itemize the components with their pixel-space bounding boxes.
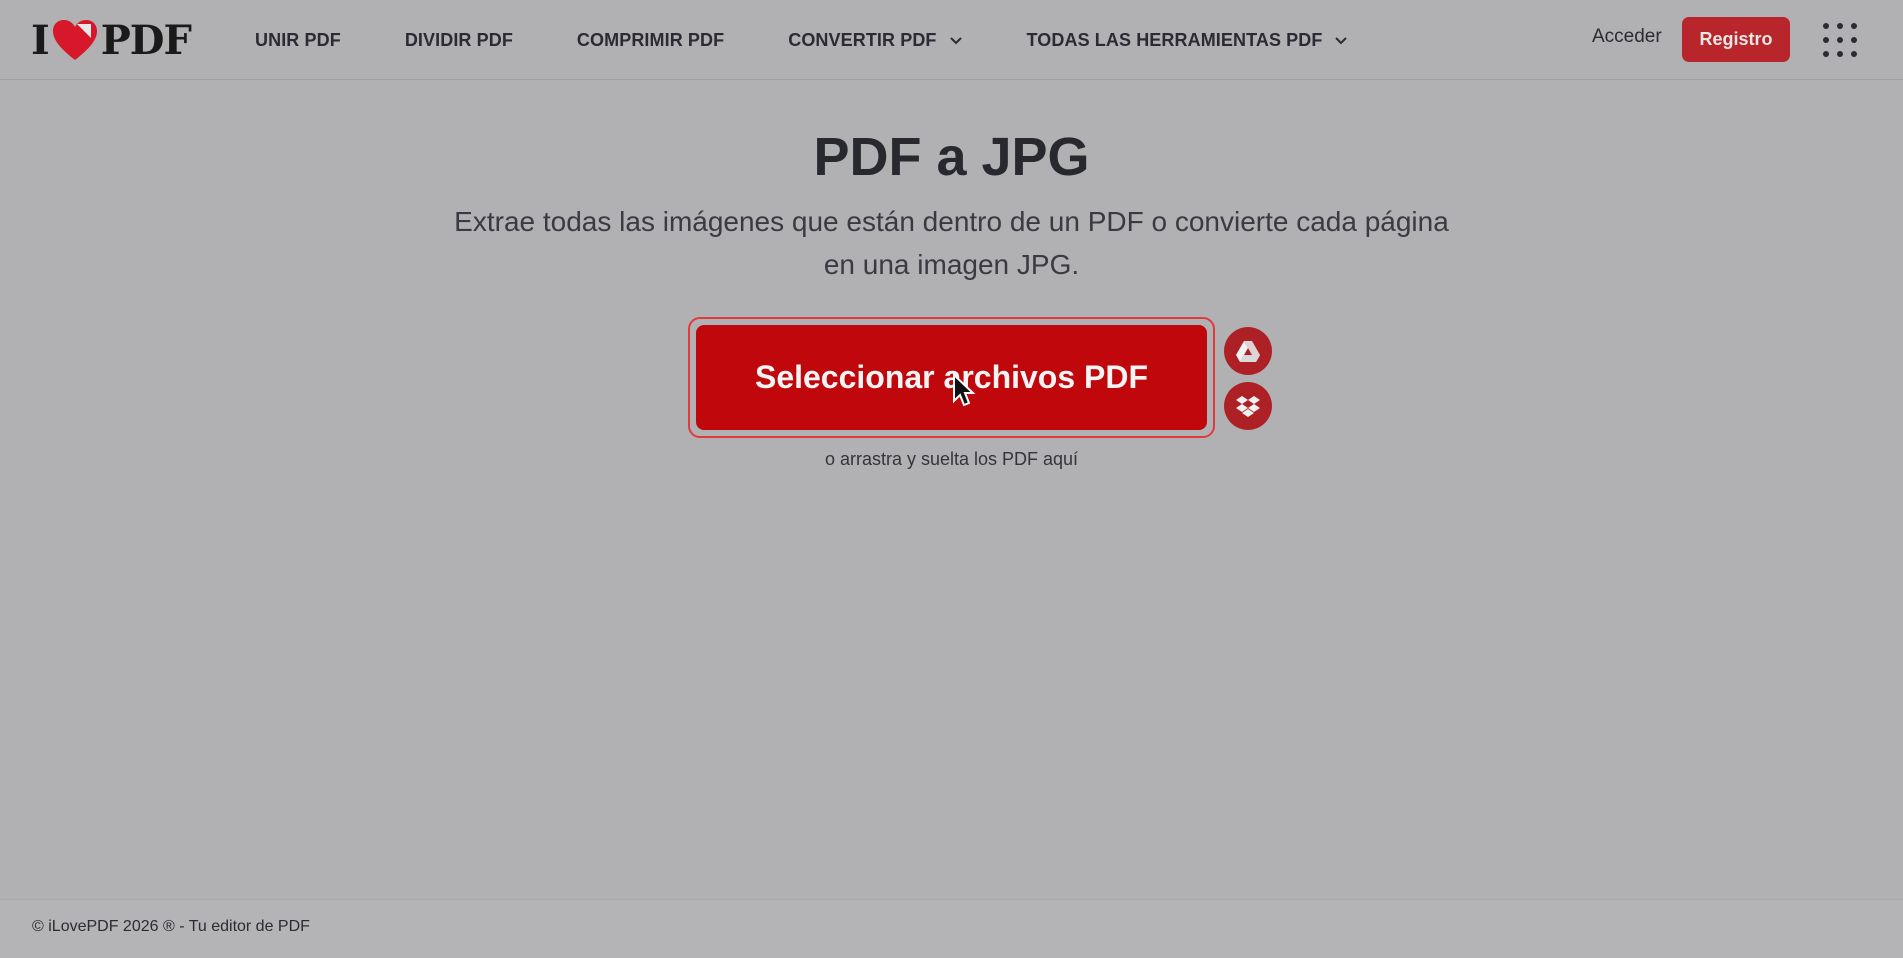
nav-item-label: COMPRIMIR PDF [576, 29, 725, 50]
logo-letter-i: I [31, 16, 50, 64]
dropbox-button[interactable] [1224, 382, 1272, 430]
main-nav: UNIR PDF DIVIDIR PDF COMPRIMIR PDF CONVE… [255, 0, 1412, 80]
register-button[interactable]: Registro [1682, 17, 1790, 62]
nav-item-unir-pdf[interactable]: UNIR PDF [255, 30, 341, 51]
chevron-down-icon [1335, 37, 1348, 45]
logo-word-pdf: PDF [100, 16, 192, 64]
ilovepdf-logo[interactable]: I PDF [31, 16, 192, 64]
chevron-down-icon [949, 37, 962, 45]
google-drive-icon [1236, 341, 1260, 362]
page-footer: © iLovePDF 2026 ® - Tu editor de PDF [0, 899, 1903, 958]
footer-copyright: © iLovePDF 2026 ® - Tu editor de PDF [32, 918, 310, 935]
top-header: I PDF UNIR PDF DIVIDIR PDF COMPRIMIR PDF… [0, 0, 1903, 80]
mouse-pointer-icon [953, 373, 976, 407]
nav-item-convertir-pdf[interactable]: CONVERTIR PDF [788, 30, 962, 51]
nav-item-dividir-pdf[interactable]: DIVIDIR PDF [405, 30, 513, 51]
nav-item-label: UNIR PDF [255, 29, 341, 50]
google-drive-button[interactable] [1224, 327, 1272, 375]
nav-item-comprimir-pdf[interactable]: COMPRIMIR PDF [577, 30, 724, 51]
nav-item-label: TODAS LAS HERRAMIENTAS PDF [1026, 29, 1323, 50]
nav-item-label: DIVIDIR PDF [404, 29, 513, 50]
nav-item-todas-herramientas[interactable]: TODAS LAS HERRAMIENTAS PDF [1027, 30, 1349, 51]
page-title: PDF a JPG [813, 127, 1090, 187]
apps-grid-icon[interactable] [1822, 22, 1858, 58]
page-subtitle: Extrae todas las imágenes que están dent… [454, 206, 1449, 280]
heart-logo-icon [52, 20, 97, 60]
drag-drop-hint: o arrastra y suelta los PDF aquí [824, 449, 1079, 469]
dropbox-icon [1236, 396, 1260, 417]
login-link[interactable]: Acceder [1592, 26, 1662, 48]
nav-item-label: CONVERTIR PDF [788, 29, 937, 50]
